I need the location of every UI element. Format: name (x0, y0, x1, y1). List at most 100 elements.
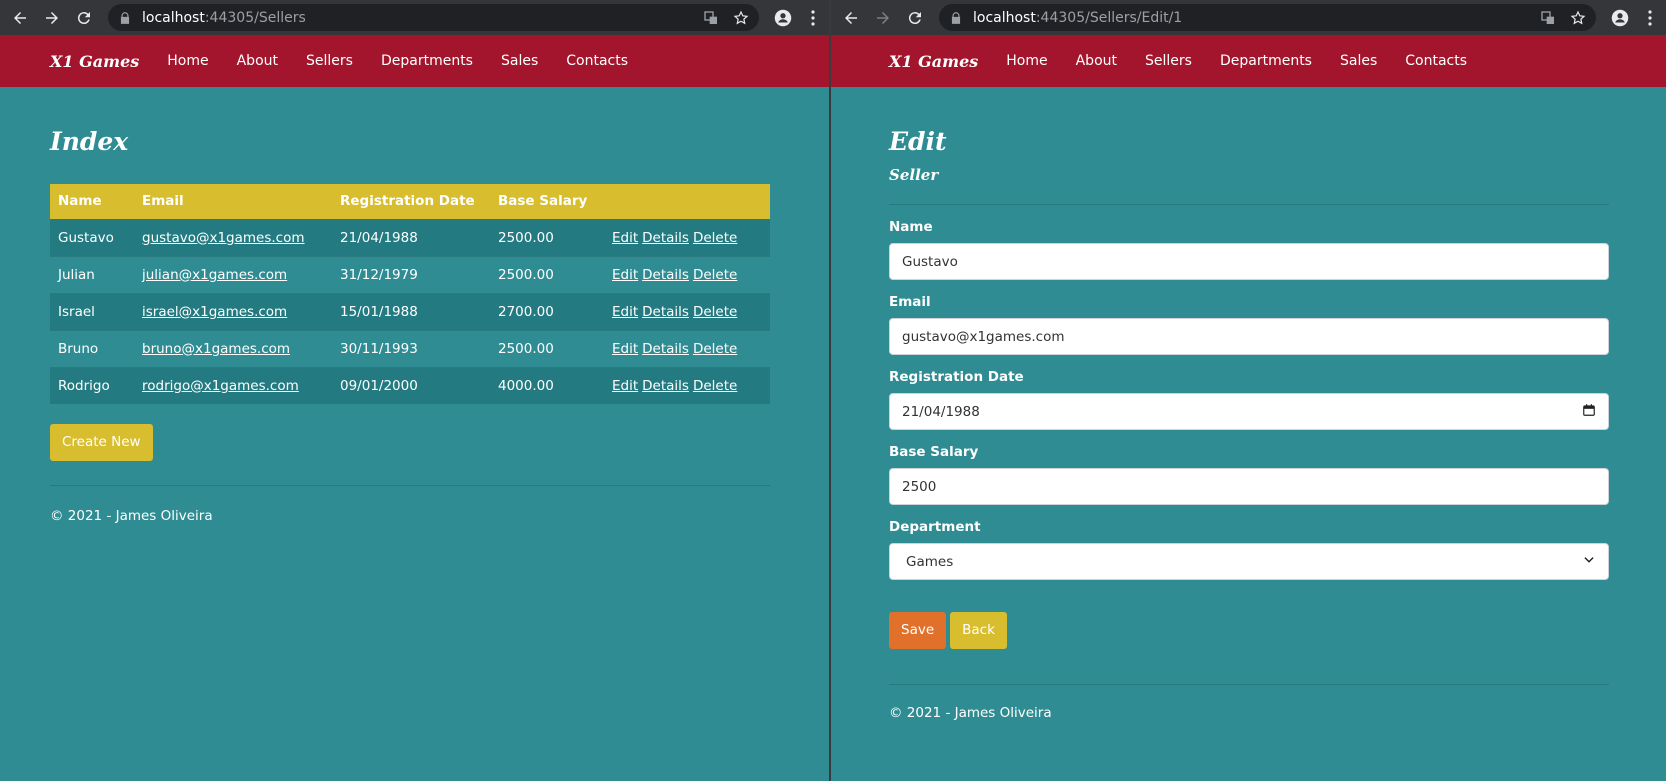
nav-about[interactable]: About (237, 53, 278, 69)
cell-salary: 2700.00 (490, 292, 604, 330)
translate-icon[interactable] (703, 10, 719, 26)
page-title: Edit (889, 127, 947, 156)
main-content: Index Name Email Registration Date Base … (0, 127, 829, 524)
nav-sales[interactable]: Sales (1340, 53, 1377, 69)
nav-departments[interactable]: Departments (381, 53, 473, 69)
cell-salary: 2500.00 (490, 329, 604, 367)
cell-salary: 4000.00 (490, 366, 604, 404)
url-text: localhost:44305/Sellers/Edit/1 (973, 9, 1183, 26)
cell-date: 21/04/1988 (332, 218, 490, 256)
nav-sellers[interactable]: Sellers (1145, 53, 1192, 69)
chevron-down-icon (1582, 553, 1596, 571)
header-base-salary: Base Salary (490, 184, 604, 219)
bookmark-star-icon[interactable] (1570, 10, 1586, 26)
name-value: Gustavo (902, 253, 958, 270)
delete-link[interactable]: Delete (693, 304, 737, 320)
registration-date-field[interactable]: 21/04/1988 (889, 393, 1609, 430)
nav-sales[interactable]: Sales (501, 53, 538, 69)
base-salary-value: 2500 (902, 478, 937, 495)
email-link[interactable]: julian@x1games.com (142, 267, 287, 283)
name-field[interactable]: Gustavo (889, 243, 1609, 280)
table-row: Israel israel@x1games.com 15/01/1988 270… (50, 292, 770, 330)
nav-contacts[interactable]: Contacts (566, 53, 628, 69)
nav-contacts[interactable]: Contacts (1405, 53, 1467, 69)
nav-about[interactable]: About (1076, 53, 1117, 69)
cell-date: 15/01/1988 (332, 292, 490, 330)
cell-date: 09/01/2000 (332, 366, 490, 404)
email-link[interactable]: israel@x1games.com (142, 304, 287, 320)
table-row: Gustavo gustavo@x1games.com 21/04/1988 2… (50, 218, 770, 256)
lock-icon (951, 11, 961, 24)
address-bar[interactable]: localhost:44305/Sellers (108, 4, 759, 31)
reload-icon[interactable] (72, 6, 96, 30)
department-label: Department (889, 519, 981, 535)
forward-arrow-icon[interactable] (871, 6, 895, 30)
sellers-table: Name Email Registration Date Base Salary… (50, 184, 770, 404)
cell-name: Bruno (50, 329, 134, 367)
edit-link[interactable]: Edit (612, 267, 638, 283)
delete-link[interactable]: Delete (693, 341, 737, 357)
nav-departments[interactable]: Departments (1220, 53, 1312, 69)
page-title: Index (50, 127, 129, 156)
reload-icon[interactable] (903, 6, 927, 30)
delete-link[interactable]: Delete (693, 267, 737, 283)
nav-home[interactable]: Home (167, 53, 208, 69)
details-link[interactable]: Details (642, 341, 689, 357)
browser-toolbar: localhost:44305/Sellers/Edit/1 (831, 0, 1666, 35)
browser-window-sellers-index: localhost:44305/Sellers X1 Games Home Ab… (0, 0, 829, 781)
address-bar[interactable]: localhost:44305/Sellers/Edit/1 (939, 4, 1596, 31)
details-link[interactable]: Details (642, 267, 689, 283)
profile-icon[interactable] (1608, 6, 1632, 30)
header-actions (604, 184, 770, 219)
back-arrow-icon[interactable] (8, 6, 32, 30)
title-divider (889, 204, 1609, 205)
page-subtitle: Seller (889, 166, 939, 184)
cell-date: 31/12/1979 (332, 255, 490, 293)
edit-link[interactable]: Edit (612, 230, 638, 246)
edit-link[interactable]: Edit (612, 341, 638, 357)
cell-name: Gustavo (50, 218, 134, 256)
base-salary-field[interactable]: 2500 (889, 468, 1609, 505)
name-label: Name (889, 219, 933, 235)
email-field[interactable]: gustavo@x1games.com (889, 318, 1609, 355)
details-link[interactable]: Details (642, 304, 689, 320)
edit-link[interactable]: Edit (612, 304, 638, 320)
delete-link[interactable]: Delete (693, 230, 737, 246)
header-email: Email (134, 184, 332, 219)
save-button[interactable]: Save (889, 612, 947, 649)
back-arrow-icon[interactable] (839, 6, 863, 30)
details-link[interactable]: Details (642, 230, 689, 246)
bookmark-star-icon[interactable] (733, 10, 749, 26)
table-row: Bruno bruno@x1games.com 30/11/1993 2500.… (50, 329, 770, 367)
footer-divider (50, 485, 770, 486)
profile-icon[interactable] (771, 6, 795, 30)
email-label: Email (889, 294, 931, 310)
email-link[interactable]: gustavo@x1games.com (142, 230, 305, 246)
registration-date-label: Registration Date (889, 369, 1024, 385)
table-row: Julian julian@x1games.com 31/12/1979 250… (50, 255, 770, 293)
cell-salary: 2500.00 (490, 218, 604, 256)
site-navbar: X1 Games Home About Sellers Departments … (0, 35, 829, 87)
brand-logo[interactable]: X1 Games (50, 52, 139, 71)
calendar-icon[interactable] (1582, 403, 1596, 421)
create-new-button[interactable]: Create New (50, 424, 153, 461)
delete-link[interactable]: Delete (693, 378, 737, 394)
back-button[interactable]: Back (950, 612, 1007, 649)
email-link[interactable]: bruno@x1games.com (142, 341, 290, 357)
menu-kebab-icon[interactable] (805, 6, 821, 30)
translate-icon[interactable] (1540, 10, 1556, 26)
department-select[interactable]: Games (889, 543, 1609, 580)
menu-kebab-icon[interactable] (1642, 6, 1658, 30)
edit-seller-form: Name Gustavo Email gustavo@x1games.com R… (889, 219, 1609, 649)
base-salary-label: Base Salary (889, 444, 979, 460)
nav-home[interactable]: Home (1006, 53, 1047, 69)
edit-link[interactable]: Edit (612, 378, 638, 394)
forward-arrow-icon[interactable] (40, 6, 64, 30)
details-link[interactable]: Details (642, 378, 689, 394)
nav-sellers[interactable]: Sellers (306, 53, 353, 69)
cell-name: Julian (50, 255, 134, 293)
table-header-row: Name Email Registration Date Base Salary (50, 184, 770, 219)
main-content: Edit Seller Name Gustavo Email gustavo@x… (831, 127, 1666, 721)
email-link[interactable]: rodrigo@x1games.com (142, 378, 299, 394)
brand-logo[interactable]: X1 Games (889, 52, 978, 71)
